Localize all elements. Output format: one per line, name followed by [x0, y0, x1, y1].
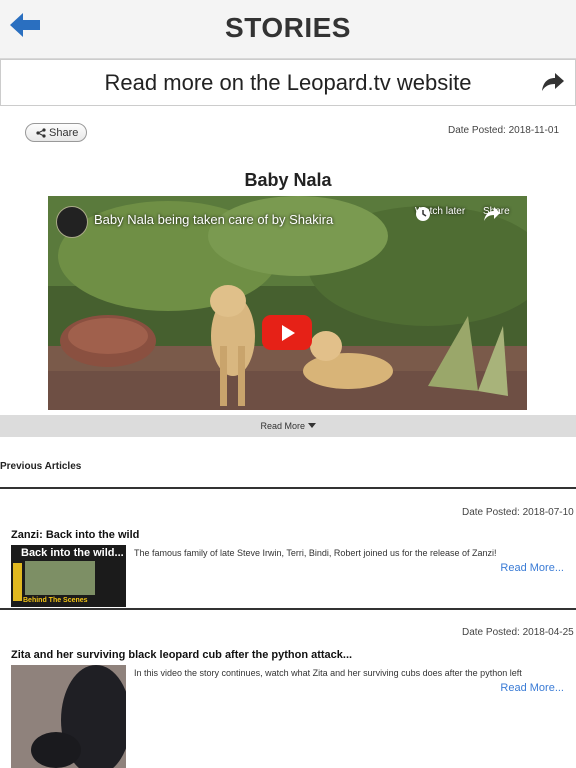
read-more-bar[interactable]: Read More: [0, 415, 576, 437]
previous-articles-heading: Previous Articles: [0, 461, 82, 472]
share-arrow-icon: [484, 207, 500, 221]
thumbnail-footer: Behind The Scenes: [23, 597, 88, 604]
top-bar: STORIES: [0, 0, 576, 59]
read-more-label: Read More: [260, 421, 305, 431]
item-date: Date Posted: 2018-04-25: [462, 627, 574, 638]
channel-logo: [56, 206, 88, 238]
play-button-icon[interactable]: [262, 315, 312, 350]
item-read-more-link[interactable]: Read More...: [500, 682, 564, 694]
video-thumbnail: [48, 196, 527, 410]
clock-icon: [416, 207, 430, 221]
article-title: Baby Nala: [244, 170, 332, 190]
video-player[interactable]: Baby Nala being taken care of by Shakira…: [48, 196, 527, 410]
website-link-bar[interactable]: Read more on the Leopard.tv website: [0, 59, 576, 106]
share-icon: [36, 128, 46, 138]
video-title: Baby Nala being taken care of by Shakira: [94, 212, 334, 227]
chevron-down-icon: [307, 421, 316, 431]
item-thumbnail[interactable]: [11, 665, 126, 768]
item-read-more-link[interactable]: Read More...: [500, 562, 564, 574]
watch-later-button[interactable]: Watch later: [415, 206, 465, 221]
thumbnail-photo: [25, 561, 95, 595]
website-link-label: Read more on the Leopard.tv website: [104, 70, 472, 95]
share-button-label: Share: [49, 127, 79, 139]
divider: [0, 487, 576, 489]
divider: [0, 608, 576, 610]
thumbnail-stripe: [13, 563, 22, 601]
share-button[interactable]: Share: [25, 123, 87, 142]
thumbnail-photo: [11, 665, 126, 768]
item-title[interactable]: Zita and her surviving black leopard cub…: [11, 649, 352, 661]
share-arrow-icon[interactable]: [541, 72, 565, 92]
item-description: In this video the story continues, watch…: [134, 668, 522, 678]
article-date: Date Posted: 2018-11-01: [448, 125, 560, 136]
item-title[interactable]: Zanzi: Back into the wild: [11, 529, 139, 541]
item-description: The famous family of late Steve Irwin, T…: [134, 548, 497, 558]
page-title: STORIES: [225, 12, 351, 43]
video-share-button[interactable]: Share: [483, 206, 510, 221]
item-thumbnail[interactable]: Back into the wild... Behind The Scenes: [11, 545, 126, 607]
thumbnail-caption: Back into the wild...: [21, 547, 124, 559]
item-date: Date Posted: 2018-07-10: [462, 507, 574, 518]
